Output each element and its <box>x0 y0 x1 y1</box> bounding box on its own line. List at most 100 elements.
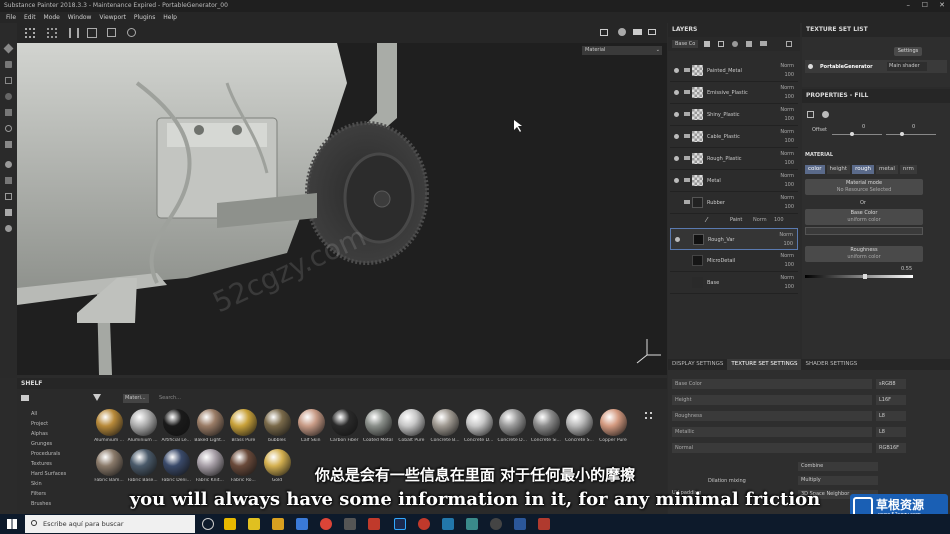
layer-opacity[interactable]: 100 <box>784 116 794 122</box>
material-thumbnail[interactable] <box>364 409 392 436</box>
maximize-button[interactable]: ☐ <box>922 1 928 9</box>
add-layer-icon[interactable] <box>718 41 724 47</box>
base-color-button[interactable]: Base Color uniform color <box>805 209 923 225</box>
tab-display-settings[interactable]: DISPLAY SETTINGS <box>668 359 727 370</box>
menu-mode[interactable]: Mode <box>44 12 60 23</box>
material-thumbnail[interactable] <box>297 409 325 436</box>
files-icon[interactable] <box>272 518 284 530</box>
shelf-category[interactable]: Project <box>31 421 48 427</box>
material-thumbnail[interactable] <box>129 409 157 436</box>
add-fill-layer-icon[interactable] <box>704 41 710 47</box>
material-thumbnail[interactable] <box>163 409 191 436</box>
channel-format[interactable]: L16F <box>876 395 906 405</box>
layer-blend[interactable]: Norm <box>780 195 794 201</box>
channel-format[interactable]: L8 <box>876 411 906 421</box>
material-thumbnail[interactable] <box>532 409 560 436</box>
paint-brush-icon[interactable] <box>3 43 14 54</box>
store-icon[interactable] <box>248 518 260 530</box>
layer-opacity[interactable]: 100 <box>784 204 794 210</box>
material-thumbnail[interactable] <box>331 409 359 436</box>
menu-file[interactable]: File <box>6 12 16 23</box>
menu-plugins[interactable]: Plugins <box>134 12 156 23</box>
picker-icon[interactable] <box>5 141 12 148</box>
channel-metal[interactable]: metal <box>876 165 898 174</box>
channel-format[interactable]: RGB16F <box>876 443 906 453</box>
add-folder-icon[interactable] <box>760 41 767 46</box>
layer-opacity[interactable]: 100 <box>783 241 793 247</box>
menu-viewport[interactable]: Viewport <box>99 12 126 23</box>
app-icon[interactable] <box>418 518 430 530</box>
layer-item[interactable]: Emissive_Plastic Norm 100 <box>670 82 798 104</box>
layer-channel-select[interactable]: Base Co <box>672 40 698 48</box>
projection-icon[interactable] <box>5 77 12 84</box>
folder-icon[interactable] <box>21 395 29 401</box>
shader-select[interactable]: Main shader <box>887 62 927 71</box>
eye-icon[interactable] <box>674 90 679 95</box>
layer-blend[interactable]: Norm <box>779 232 793 238</box>
layer-opacity[interactable]: 100 <box>784 262 794 268</box>
layer-opacity[interactable]: 100 <box>784 284 794 290</box>
eye-icon[interactable] <box>674 68 679 73</box>
material-mode-button[interactable]: Material mode No Resource Selected <box>805 179 923 195</box>
paint-opacity[interactable]: 100 <box>774 217 784 223</box>
layer-opacity[interactable]: 100 <box>784 72 794 78</box>
close-button[interactable]: ✕ <box>939 1 945 9</box>
filter-tag[interactable]: Materi... <box>123 394 149 403</box>
base-color-swatch[interactable] <box>805 227 923 235</box>
channel-nrm[interactable]: nrm <box>899 165 917 174</box>
explorer-icon[interactable] <box>224 518 236 530</box>
layer-blend[interactable]: Norm <box>780 129 794 135</box>
layer-item[interactable]: MicroDetail Norm 100 <box>670 250 798 272</box>
add-effect-icon[interactable] <box>746 41 752 47</box>
layer-blend[interactable]: Norm <box>780 107 794 113</box>
tab-shader-settings[interactable]: SHADER SETTINGS <box>801 359 861 370</box>
delete-layer-icon[interactable] <box>786 41 792 47</box>
shelf-category[interactable]: Grunges <box>31 441 52 447</box>
clone-icon[interactable] <box>5 125 12 132</box>
iray-icon[interactable] <box>5 225 12 232</box>
channel-format[interactable]: L8 <box>876 427 906 437</box>
layer-blend[interactable]: Norm <box>780 151 794 157</box>
layer-item[interactable]: Cable_Plastic Norm 100 <box>670 126 798 148</box>
bake-icon[interactable] <box>5 193 12 200</box>
shelf-category[interactable]: All <box>31 411 37 417</box>
eraser-icon[interactable] <box>5 61 12 68</box>
layer-opacity[interactable]: 100 <box>784 138 794 144</box>
layer-item-selected[interactable]: Rough_Var Norm 100 <box>670 228 798 250</box>
channel-height[interactable]: height <box>826 165 851 174</box>
smudge-icon[interactable] <box>5 109 12 116</box>
layer-opacity[interactable]: 100 <box>784 182 794 188</box>
layer-opacity[interactable]: 100 <box>784 94 794 100</box>
shelf-category[interactable]: Alphas <box>31 431 48 437</box>
word-icon[interactable] <box>514 518 526 530</box>
material-picker-icon[interactable] <box>5 161 12 168</box>
shelf-search-input[interactable]: Search... <box>159 394 659 403</box>
channel-format[interactable]: sRGB8 <box>876 379 906 389</box>
eye-icon[interactable] <box>674 178 679 183</box>
material-thumbnail[interactable] <box>96 409 123 436</box>
layer-blend[interactable]: Norm <box>780 173 794 179</box>
layer-blend[interactable]: Norm <box>780 85 794 91</box>
eye-icon[interactable] <box>674 156 679 161</box>
offset-x-slider[interactable] <box>832 132 882 136</box>
layer-item[interactable]: Metal Norm 100 <box>670 170 798 192</box>
filter-icon[interactable] <box>93 394 101 401</box>
layer-item[interactable]: Painted_Metal Norm 100 <box>670 60 798 82</box>
layer-blend[interactable]: Norm <box>780 253 794 259</box>
material-thumbnail[interactable] <box>264 409 291 436</box>
radio-selected-icon[interactable] <box>808 64 813 69</box>
windows-start-icon[interactable] <box>7 519 17 529</box>
layer-item[interactable]: Rough_Plastic Norm 100 <box>670 148 798 170</box>
app-icon[interactable] <box>466 518 478 530</box>
eye-icon[interactable] <box>675 237 680 242</box>
task-view-icon[interactable] <box>202 518 214 530</box>
menu-edit[interactable]: Edit <box>24 12 36 23</box>
photoshop-icon[interactable] <box>394 518 406 530</box>
offset-y-slider[interactable] <box>886 132 936 136</box>
layer-item[interactable]: Rubber Norm 100 <box>670 192 798 214</box>
chrome-icon[interactable] <box>320 518 332 530</box>
roughness-slider[interactable] <box>805 274 913 279</box>
app-icon[interactable] <box>344 518 356 530</box>
grid-view-icon[interactable] <box>645 412 652 419</box>
roughness-button[interactable]: Roughness uniform color <box>805 246 923 262</box>
